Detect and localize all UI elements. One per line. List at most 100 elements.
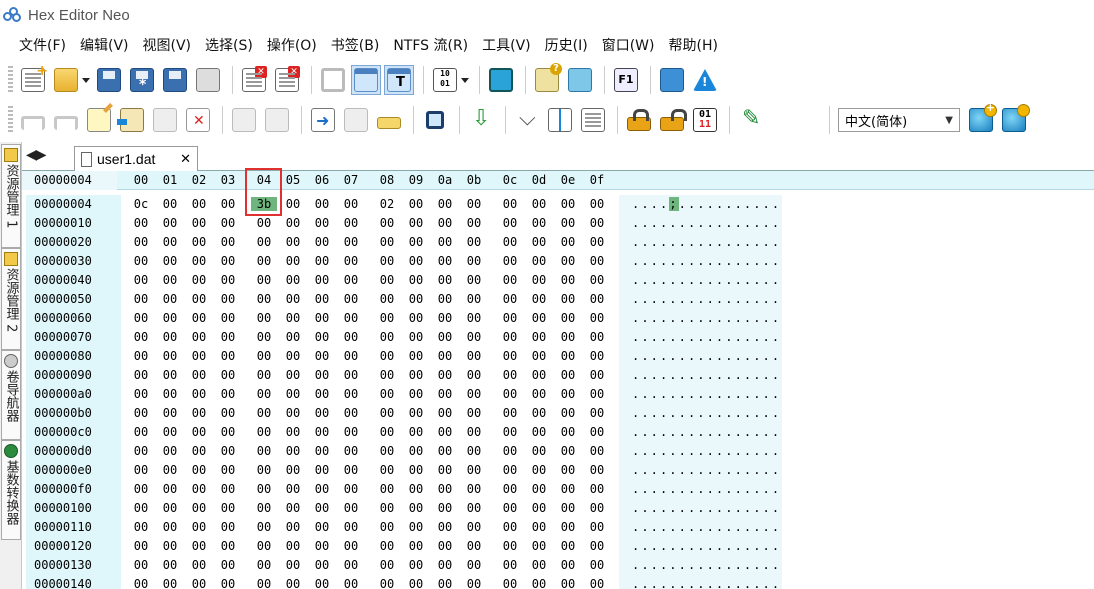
byte-cell[interactable]: 00 bbox=[157, 197, 183, 211]
byte-cell[interactable]: 00 bbox=[157, 330, 183, 344]
ruler-button[interactable] bbox=[374, 105, 404, 135]
lock-button[interactable] bbox=[624, 105, 654, 135]
byte-cell[interactable]: 00 bbox=[497, 330, 523, 344]
byte-cell[interactable]: 00 bbox=[309, 254, 335, 268]
byte-cell[interactable]: 00 bbox=[251, 330, 277, 344]
byte-cell[interactable]: 00 bbox=[461, 558, 487, 572]
byte-cell[interactable]: 00 bbox=[157, 368, 183, 382]
byte-cell[interactable]: 00 bbox=[186, 235, 212, 249]
byte-cell[interactable]: 00 bbox=[338, 406, 364, 420]
unlock-button[interactable] bbox=[657, 105, 687, 135]
byte-cell[interactable]: 00 bbox=[251, 368, 277, 382]
save-as-button[interactable] bbox=[127, 65, 157, 95]
byte-cell[interactable]: 00 bbox=[432, 558, 458, 572]
side-tab-base-converter[interactable]: 基数转换器 bbox=[1, 440, 21, 540]
byte-cell[interactable]: 00 bbox=[403, 197, 429, 211]
ascii-text[interactable]: ....;........... bbox=[632, 197, 781, 211]
byte-cell[interactable]: 00 bbox=[403, 368, 429, 382]
byte-cell[interactable]: 00 bbox=[461, 197, 487, 211]
byte-cell[interactable]: 00 bbox=[128, 501, 154, 515]
byte-cell[interactable]: 00 bbox=[215, 501, 241, 515]
byte-cell[interactable]: 00 bbox=[374, 501, 400, 515]
byte-cell[interactable]: 00 bbox=[338, 558, 364, 572]
byte-cell[interactable]: 00 bbox=[215, 273, 241, 287]
byte-cell[interactable]: 00 bbox=[403, 444, 429, 458]
byte-cell[interactable]: 00 bbox=[526, 330, 552, 344]
byte-cell[interactable]: 00 bbox=[186, 330, 212, 344]
byte-cell[interactable]: 00 bbox=[432, 520, 458, 534]
byte-cell[interactable]: 00 bbox=[338, 482, 364, 496]
feedback-button[interactable] bbox=[532, 63, 562, 95]
byte-cell[interactable]: 00 bbox=[555, 425, 581, 439]
menu-file[interactable]: 文件(F) bbox=[12, 33, 73, 57]
menu-bookmarks[interactable]: 书签(B) bbox=[324, 33, 387, 57]
byte-cell[interactable]: 00 bbox=[461, 463, 487, 477]
byte-cell[interactable]: 00 bbox=[338, 501, 364, 515]
byte-cell[interactable]: 00 bbox=[338, 216, 364, 230]
ascii-text[interactable]: ................ bbox=[632, 577, 781, 589]
byte-cell[interactable]: 00 bbox=[157, 482, 183, 496]
byte-cell[interactable]: 00 bbox=[374, 520, 400, 534]
byte-cell[interactable]: 00 bbox=[186, 501, 212, 515]
byte-cell[interactable]: 00 bbox=[338, 520, 364, 534]
byte-cell[interactable]: 00 bbox=[374, 254, 400, 268]
byte-cell[interactable]: 00 bbox=[251, 577, 277, 589]
byte-cell[interactable]: 00 bbox=[309, 197, 335, 211]
byte-cell[interactable]: 00 bbox=[526, 197, 552, 211]
byte-cell[interactable]: 00 bbox=[280, 501, 306, 515]
byte-cell[interactable]: 00 bbox=[432, 406, 458, 420]
byte-cell[interactable]: 00 bbox=[497, 197, 523, 211]
byte-cell[interactable]: 00 bbox=[157, 463, 183, 477]
byte-cell[interactable]: 00 bbox=[497, 387, 523, 401]
menu-operations[interactable]: 操作(O) bbox=[260, 33, 324, 57]
byte-cell[interactable]: 00 bbox=[251, 311, 277, 325]
split-button[interactable] bbox=[545, 105, 575, 135]
byte-cell[interactable]: 00 bbox=[215, 254, 241, 268]
byte-cell[interactable]: 00 bbox=[374, 463, 400, 477]
byte-cell[interactable]: 00 bbox=[584, 197, 610, 211]
byte-cell[interactable]: 00 bbox=[280, 330, 306, 344]
byte-cell[interactable]: 00 bbox=[584, 539, 610, 553]
byte-cell[interactable]: 00 bbox=[555, 254, 581, 268]
byte-cell[interactable]: 00 bbox=[309, 368, 335, 382]
byte-cell[interactable]: 00 bbox=[338, 539, 364, 553]
byte-cell[interactable]: 00 bbox=[157, 520, 183, 534]
byte-cell[interactable]: 00 bbox=[555, 292, 581, 306]
ascii-text[interactable]: ................ bbox=[632, 254, 781, 268]
byte-cell[interactable]: 00 bbox=[280, 444, 306, 458]
byte-cell[interactable]: 00 bbox=[497, 425, 523, 439]
byte-cell[interactable]: 00 bbox=[128, 349, 154, 363]
menu-view[interactable]: 视图(V) bbox=[136, 33, 199, 57]
save-all-button[interactable] bbox=[160, 65, 190, 95]
byte-cell[interactable]: 00 bbox=[497, 444, 523, 458]
byte-cell[interactable]: 00 bbox=[157, 444, 183, 458]
byte-cell[interactable]: 00 bbox=[555, 463, 581, 477]
byte-cell[interactable]: 00 bbox=[403, 425, 429, 439]
byte-cell[interactable]: 00 bbox=[251, 406, 277, 420]
byte-cell[interactable]: 00 bbox=[251, 425, 277, 439]
side-tab-explorer-2[interactable]: 资源管理 2 bbox=[1, 248, 21, 350]
byte-cell[interactable]: 00 bbox=[374, 292, 400, 306]
ascii-text[interactable]: ................ bbox=[632, 311, 781, 325]
byte-cell[interactable]: 00 bbox=[157, 501, 183, 515]
byte-cell[interactable]: 00 bbox=[497, 463, 523, 477]
byte-cell[interactable]: 00 bbox=[338, 463, 364, 477]
byte-cell[interactable]: 00 bbox=[526, 273, 552, 287]
byte-cell[interactable]: 00 bbox=[186, 482, 212, 496]
byte-cell[interactable]: 00 bbox=[584, 406, 610, 420]
byte-cell[interactable]: 00 bbox=[461, 539, 487, 553]
menu-ntfs-streams[interactable]: NTFS 流(R) bbox=[386, 33, 475, 57]
byte-cell[interactable]: 00 bbox=[128, 387, 154, 401]
byte-cell[interactable]: 00 bbox=[338, 235, 364, 249]
byte-cell[interactable]: 00 bbox=[555, 311, 581, 325]
byte-cell[interactable]: 00 bbox=[584, 311, 610, 325]
byte-cell[interactable]: 00 bbox=[526, 254, 552, 268]
byte-cell[interactable]: 00 bbox=[128, 235, 154, 249]
byte-cell[interactable]: 00 bbox=[374, 482, 400, 496]
byte-cell[interactable]: 00 bbox=[251, 254, 277, 268]
byte-cell[interactable]: 00 bbox=[461, 520, 487, 534]
byte-cell[interactable]: 00 bbox=[555, 387, 581, 401]
view-window-button[interactable] bbox=[351, 65, 381, 95]
ascii-text[interactable]: ................ bbox=[632, 387, 781, 401]
byte-cell[interactable]: 00 bbox=[584, 425, 610, 439]
